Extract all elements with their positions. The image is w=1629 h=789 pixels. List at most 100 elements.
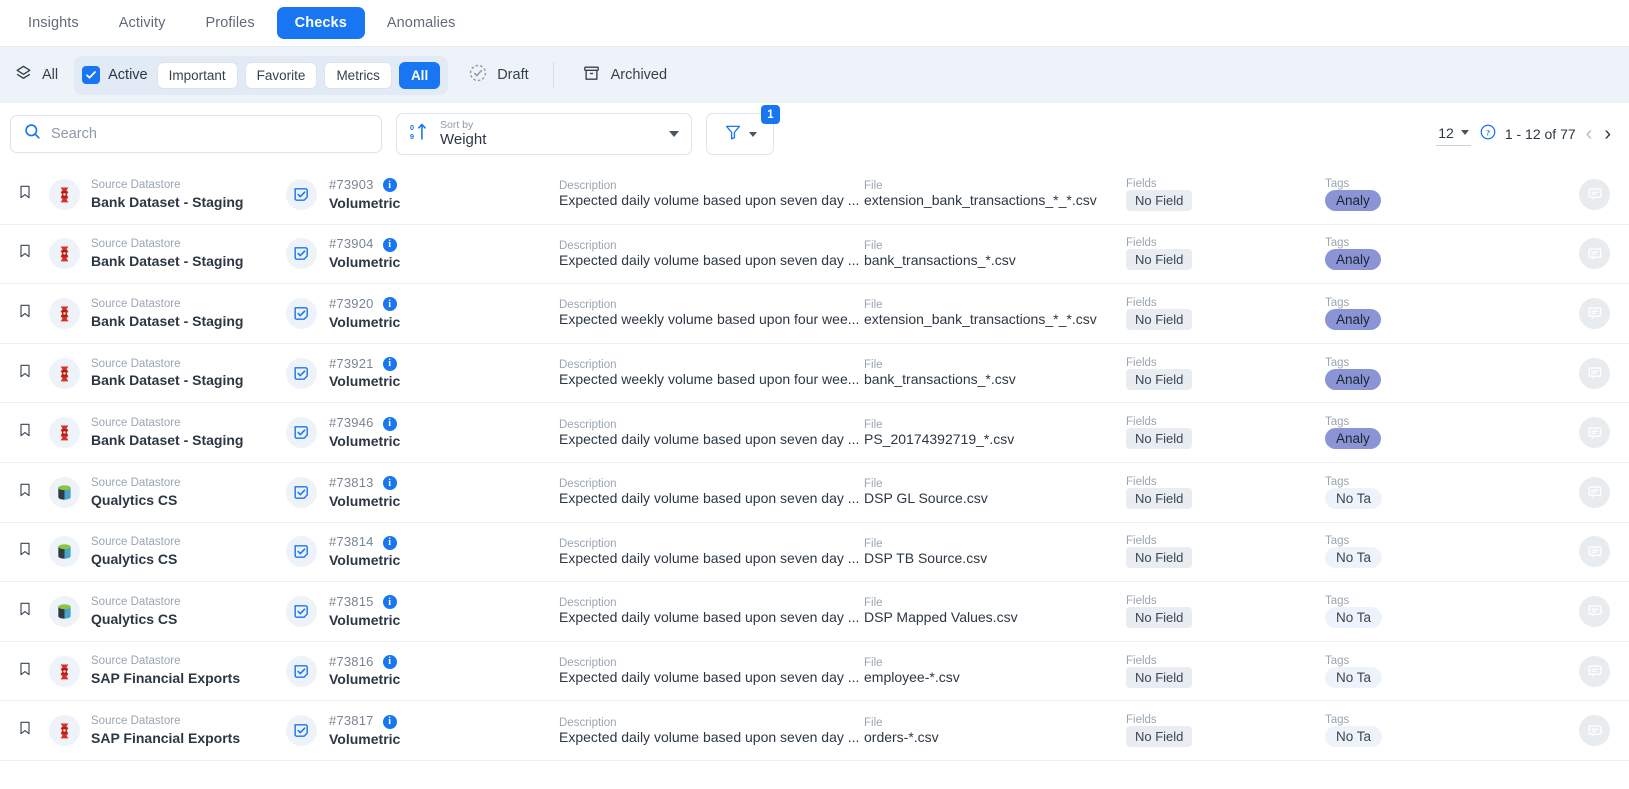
segment-important[interactable]: Important (157, 62, 238, 89)
search-box[interactable] (10, 115, 382, 153)
table-row[interactable]: Source DatastoreQualytics CS#73815iVolum… (0, 582, 1629, 642)
bookmark-button[interactable] (0, 362, 49, 385)
filter-active-toggle[interactable]: Active (82, 66, 150, 84)
table-row[interactable]: Source DatastoreSAP Financial Exports#73… (0, 642, 1629, 702)
bookmark-button[interactable] (0, 242, 49, 265)
info-icon[interactable]: i (383, 476, 397, 490)
segment-all[interactable]: All (399, 62, 440, 89)
comment-icon[interactable] (1579, 477, 1610, 508)
check-id: #73921 (329, 356, 374, 373)
description-label: Description (559, 359, 864, 371)
chevron-left-icon[interactable]: ‹ (1584, 124, 1595, 144)
comment-icon[interactable] (1579, 656, 1610, 687)
file-cell: Filebank_transactions_*.csv (864, 359, 1126, 387)
info-icon[interactable]: i (383, 238, 397, 252)
bookmark-button[interactable] (0, 302, 49, 325)
table-row[interactable]: Source DatastoreBank Dataset - Staging#7… (0, 165, 1629, 225)
table-row[interactable]: Source DatastoreQualytics CS#73813iVolum… (0, 463, 1629, 523)
table-row[interactable]: Source DatastoreSAP Financial Exports#73… (0, 701, 1629, 761)
no-tag-chip: No Ta (1325, 607, 1382, 628)
tag-chip-wrap: No Ta (1325, 547, 1383, 568)
description-label: Description (559, 657, 864, 669)
table-row[interactable]: Source DatastoreBank Dataset - Staging#7… (0, 284, 1629, 344)
comment-icon[interactable] (1579, 417, 1610, 448)
comment-icon[interactable] (1579, 238, 1610, 269)
tags-cell: TagsNo Ta (1325, 476, 1575, 509)
segment-favorite[interactable]: Favorite (245, 62, 318, 89)
no-field-chip: No Field (1126, 607, 1192, 628)
tab-activity[interactable]: Activity (101, 7, 184, 39)
tab-anomalies[interactable]: Anomalies (369, 7, 474, 39)
filter-dropdown-button[interactable]: 1 (706, 113, 774, 155)
check-rule-type: Volumetric (329, 492, 400, 510)
bookmark-button[interactable] (0, 183, 49, 206)
file-label: File (864, 180, 1126, 192)
check-square-icon (286, 656, 317, 687)
fields-cell: FieldsNo Field (1126, 655, 1325, 688)
sort-by-dropdown[interactable]: 0 9 Sort by Weight (396, 113, 692, 155)
table-row[interactable]: Source DatastoreBank Dataset - Staging#7… (0, 403, 1629, 463)
datastore-name: Bank Dataset - Staging (91, 252, 243, 270)
description-label: Description (559, 538, 864, 550)
info-icon[interactable]: i (383, 297, 397, 311)
chevron-down-icon (669, 131, 679, 137)
chevron-right-icon[interactable]: › (1602, 124, 1613, 144)
tab-insights[interactable]: Insights (10, 7, 97, 39)
tag-chip-wrap: No Ta (1325, 488, 1383, 509)
filter-all-button[interactable]: All (14, 64, 64, 87)
description-label: Description (559, 180, 864, 192)
comment-icon[interactable] (1579, 536, 1610, 567)
info-icon[interactable]: i (383, 178, 397, 192)
bookmark-button[interactable] (0, 421, 49, 444)
table-row[interactable]: Source DatastoreQualytics CS#73814iVolum… (0, 523, 1629, 583)
bookmark-button[interactable] (0, 660, 49, 683)
help-circle-icon[interactable]: ? (1479, 123, 1497, 146)
no-field-chip: No Field (1126, 547, 1192, 568)
search-sort-row: 0 9 Sort by Weight 1 12 ? 1 - 12 o (0, 103, 1629, 165)
info-icon[interactable]: i (383, 655, 397, 669)
comment-icon[interactable] (1579, 715, 1610, 746)
tag-chip[interactable]: Analy (1325, 249, 1381, 270)
search-input[interactable] (51, 126, 369, 142)
check-cell: #73921iVolumetric (286, 356, 559, 391)
description-cell: DescriptionExpected daily volume based u… (559, 419, 864, 447)
no-field-chip: No Field (1126, 428, 1192, 449)
bookmark-button[interactable] (0, 600, 49, 623)
info-icon[interactable]: i (383, 715, 397, 729)
filter-archived-button[interactable]: Archived (582, 64, 667, 87)
comment-icon[interactable] (1579, 358, 1610, 389)
bank-datastore-icon (49, 179, 80, 210)
comment-icon[interactable] (1579, 596, 1610, 627)
page-size-select[interactable]: 12 (1436, 123, 1471, 146)
table-row[interactable]: Source DatastoreBank Dataset - Staging#7… (0, 225, 1629, 285)
tag-chip[interactable]: Analy (1325, 428, 1381, 449)
fields-cell: FieldsNo Field (1126, 714, 1325, 747)
check-square-icon (286, 477, 317, 508)
filter-draft-button[interactable]: Draft (468, 63, 542, 87)
tag-chip[interactable]: Analy (1325, 369, 1381, 390)
bookmark-button[interactable] (0, 540, 49, 563)
tag-chip[interactable]: Analy (1325, 309, 1381, 330)
info-icon[interactable]: i (383, 417, 397, 431)
segment-metrics[interactable]: Metrics (324, 62, 392, 89)
info-icon[interactable]: i (383, 357, 397, 371)
bookmark-button[interactable] (0, 481, 49, 504)
tab-checks[interactable]: Checks (277, 7, 365, 39)
fields-label: Fields (1126, 655, 1325, 667)
table-row[interactable]: Source DatastoreBank Dataset - Staging #7… (0, 344, 1629, 404)
tag-chip[interactable]: Analy (1325, 190, 1381, 211)
row-actions (1575, 417, 1629, 448)
tab-profiles[interactable]: Profiles (188, 7, 273, 39)
bookmark-button[interactable] (0, 719, 49, 742)
check-square-icon (286, 298, 317, 329)
db-cylinder-icon (49, 477, 80, 508)
file-name: DSP Mapped Values.csv (864, 609, 1126, 625)
info-icon[interactable]: i (383, 595, 397, 609)
datastore-cell: Source DatastoreBank Dataset - Staging (49, 357, 286, 390)
info-icon[interactable]: i (383, 536, 397, 550)
comment-icon[interactable] (1579, 179, 1610, 210)
no-tag-chip: No Ta (1325, 488, 1382, 509)
file-label: File (864, 717, 1126, 729)
comment-icon[interactable] (1579, 298, 1610, 329)
file-cell: Fileextension_bank_transactions_*_*.csv (864, 299, 1126, 327)
